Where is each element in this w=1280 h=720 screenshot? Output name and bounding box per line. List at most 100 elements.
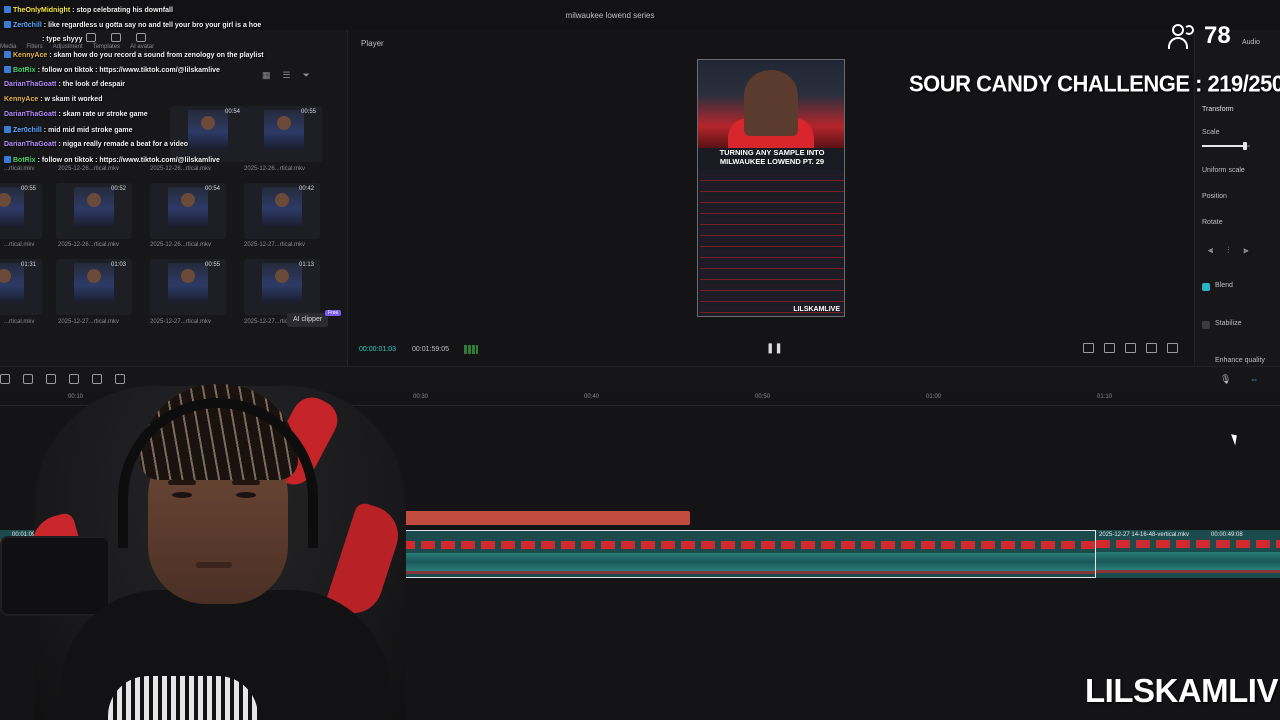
clip-audio-line xyxy=(1096,570,1280,573)
clip-thumbnail xyxy=(168,187,208,227)
clip-name: 2025-12-26...rtical.mkv xyxy=(58,166,120,172)
align-left-icon[interactable]: ⫷ xyxy=(1208,245,1213,256)
quality-icon[interactable] xyxy=(1104,343,1115,353)
grid-view-icon[interactable]: ▦ xyxy=(262,70,271,81)
media-clip[interactable]: 01:03 xyxy=(56,259,132,315)
stabilize-checkbox[interactable] xyxy=(1202,321,1210,329)
media-clip[interactable]: 00:55 xyxy=(0,183,42,239)
ruler-tick: 00:40 xyxy=(584,394,600,400)
scale-slider-handle[interactable] xyxy=(1243,142,1248,150)
clip-thumbnail xyxy=(0,263,24,303)
fullscreen-icon[interactable] xyxy=(1167,343,1178,353)
clip-thumbnail xyxy=(188,110,228,150)
chat-username: Zer0chill xyxy=(13,22,42,29)
chat-message: Zer0chill: mid mid mid stroke game xyxy=(4,126,132,134)
media-clip[interactable]: 00:42 xyxy=(244,183,320,239)
clip-name: ...rtical.mkv xyxy=(4,166,35,172)
preview-person xyxy=(744,70,798,136)
clip-thumbnail xyxy=(74,263,114,303)
blend-label[interactable]: Blend xyxy=(1215,282,1233,289)
templates-icon[interactable] xyxy=(111,33,121,42)
clip-frames xyxy=(1096,552,1280,570)
clip-name: 2025-12-26...rtical.mkv xyxy=(58,242,120,248)
pause-icon[interactable]: ❚❚ xyxy=(766,344,783,354)
chat-message: DarianThaGoatt: nigga really remade a be… xyxy=(4,141,188,148)
crop-icon[interactable] xyxy=(1083,343,1094,353)
stabilize-label[interactable]: Stabilize xyxy=(1215,320,1241,327)
clip-name: 2025-12-27...rtical.mkv xyxy=(150,319,212,325)
microphone-icon[interactable]: 🎙 xyxy=(1220,374,1231,385)
link-icon[interactable]: ⇔ xyxy=(1249,374,1258,385)
chat-message: KennyAce: skam how do you record a sound… xyxy=(4,51,264,59)
media-clip[interactable]: 00:55 xyxy=(150,259,226,315)
eye xyxy=(236,492,256,498)
chat-message: BotRix: follow on tiktok : https://www.t… xyxy=(4,66,220,74)
clip-name: ...rtical.mkv xyxy=(4,319,35,325)
chat-username: KennyAce xyxy=(13,52,48,59)
preview-title: TURNING ANY SAMPLE INTO MILWAUKEE LOWEND… xyxy=(719,148,825,166)
ratio-icon[interactable] xyxy=(1146,343,1157,353)
chat-text: : the look of despair xyxy=(58,81,126,88)
chat-text: : skam how do you record a sound from ze… xyxy=(49,52,264,59)
chat-message: BotRix: follow on tiktok : https://www.t… xyxy=(4,156,220,164)
clip-duration: 01:13 xyxy=(298,262,314,268)
media-clip[interactable]: 00:54 xyxy=(170,106,246,162)
chat-badge-icon xyxy=(4,51,11,58)
media-clip[interactable]: 01:13 xyxy=(244,259,320,315)
blend-checkbox[interactable] xyxy=(1202,283,1210,291)
timeline-right-tools: 🎙 ⇔ xyxy=(1220,374,1258,385)
chat-message: Zer0chill: like regardless u gotta say n… xyxy=(4,21,261,29)
clip-duration: 00:54 xyxy=(224,109,240,115)
chat-badge-icon xyxy=(4,66,11,73)
clip-thumbnail xyxy=(264,110,304,150)
chat-text: : mid mid mid stroke game xyxy=(43,127,133,134)
scale-slider[interactable] xyxy=(1202,142,1250,150)
clip-duration: 00:54 xyxy=(204,186,220,192)
enhance-quality-label[interactable]: Enhance quality xyxy=(1215,357,1265,364)
chat-badge-icon xyxy=(4,6,11,13)
snapshot-icon[interactable] xyxy=(1125,343,1136,353)
viewer-counter: 78 xyxy=(1168,22,1231,50)
screen: milwaukee lowend series Media Filters Ad… xyxy=(0,0,1280,720)
chat-badge-icon xyxy=(4,21,11,28)
transform-section[interactable]: Transform xyxy=(1202,106,1234,113)
clip-duration: 00:55 xyxy=(204,262,220,268)
audio-meter-icon xyxy=(464,345,478,354)
filter-icon[interactable]: ⏷ xyxy=(303,70,310,81)
ai-avatar-icon[interactable] xyxy=(136,33,146,42)
video-preview[interactable]: TURNING ANY SAMPLE INTO MILWAUKEE LOWEND… xyxy=(697,59,845,317)
challenge-overlay: SOUR CANDY CHALLENGE : 219/250 xyxy=(909,70,1280,97)
align-right-icon[interactable]: ⫸ xyxy=(1243,245,1248,256)
chat-username: DarianThaGoatt xyxy=(4,111,57,118)
chat-username: Zer0chill xyxy=(13,127,42,134)
player-label: Player xyxy=(361,39,384,48)
media-clip[interactable]: 01:31 xyxy=(0,259,42,315)
chat-message: KennyAce: w skam it worked xyxy=(4,96,102,103)
clip-thumbnail xyxy=(0,187,24,227)
ai-clipper-button[interactable]: AI clipper xyxy=(287,313,329,327)
microphone xyxy=(0,536,110,616)
video-clip-selected[interactable] xyxy=(400,530,1096,578)
clip-duration-label: 00:00:49:08 xyxy=(1211,532,1243,538)
chat-text: : stop celebrating his downfall xyxy=(72,7,173,14)
chat-username: BotRix xyxy=(13,67,36,74)
tab-audio[interactable]: Audio xyxy=(1242,39,1260,46)
clip-name: 2025-12-27...rtical.mkv xyxy=(58,319,120,325)
scale-slider-fill xyxy=(1202,145,1246,147)
clip-duration: 01:31 xyxy=(20,262,36,268)
clip-name: 2025-12-27...rtical.mkv xyxy=(244,242,306,248)
media-clip[interactable]: 00:55 xyxy=(246,106,322,162)
hoodie-print xyxy=(108,676,258,720)
sort-icon[interactable]: ☰ xyxy=(283,70,291,81)
preview-watermark: LILSKAMLIVE xyxy=(793,306,840,313)
chat-message: DarianThaGoatt: the look of despair xyxy=(4,81,125,88)
ruler-tick: 00:50 xyxy=(755,394,771,400)
media-clip[interactable]: 00:54 xyxy=(150,183,226,239)
clip-frames xyxy=(401,553,1095,571)
ai-clipper-label: AI clipper xyxy=(293,316,323,323)
chat-username: BotRix xyxy=(13,157,36,164)
align-center-icon[interactable]: ⫶ xyxy=(1227,245,1229,256)
clip-duration: 00:55 xyxy=(20,186,36,192)
filters-icon[interactable] xyxy=(86,33,96,42)
media-clip[interactable]: 00:52 xyxy=(56,183,132,239)
